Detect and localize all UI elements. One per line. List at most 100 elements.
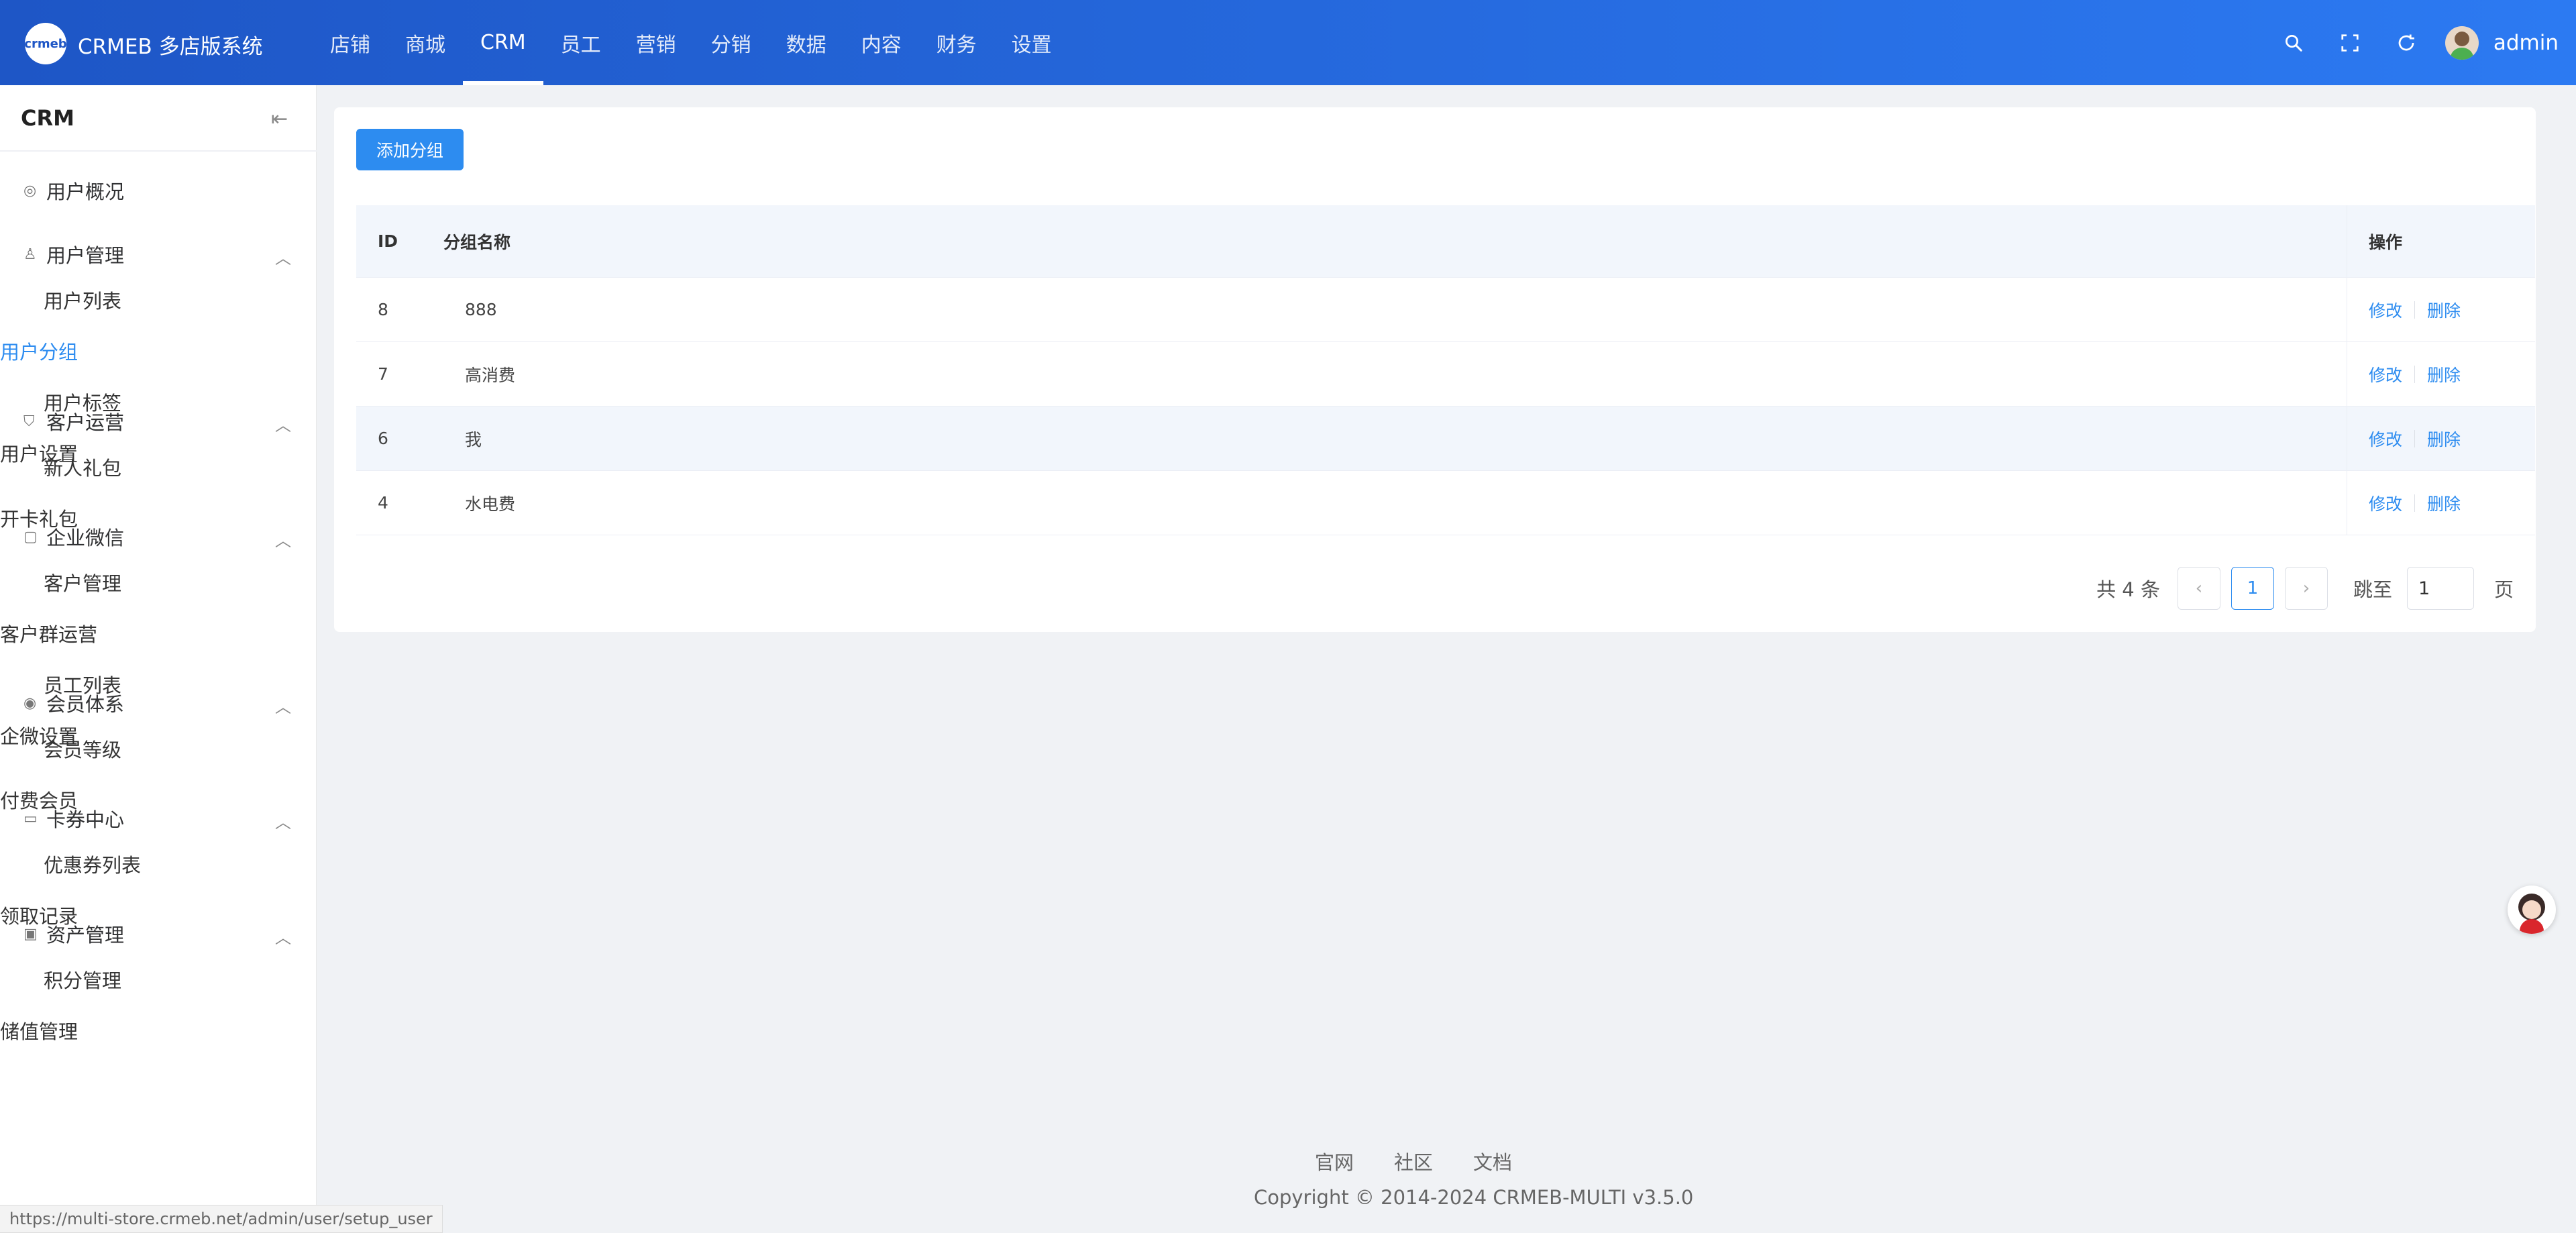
divider xyxy=(2414,429,2416,447)
add-group-button[interactable]: 添加分组 xyxy=(356,129,464,170)
pagination: 共 4 条 ‹ 1 › 跳至 页 xyxy=(2096,567,2514,610)
nav-crm[interactable]: CRM xyxy=(463,0,543,85)
footer-link-community[interactable]: 社区 xyxy=(1394,1147,1433,1175)
shield-icon: ⛉ xyxy=(23,413,35,430)
table-row: 4 水电费 修改 删除 xyxy=(356,471,2535,535)
logo[interactable]: crmeb xyxy=(24,23,67,64)
sidebar-group-header-coupons[interactable]: ▭ 卡券中心 ︿ xyxy=(0,798,317,839)
username[interactable]: admin xyxy=(2493,31,2559,55)
edit-link[interactable]: 修改 xyxy=(2369,362,2402,386)
sidebar-item-newcomer-gift[interactable]: 新人礼包 xyxy=(0,441,189,492)
nav-marketing[interactable]: 营销 xyxy=(619,0,694,85)
sidebar-group-label: 会员体系 xyxy=(46,693,125,716)
divider xyxy=(2414,494,2416,512)
table-row: 6 我 修改 删除 xyxy=(356,407,2535,471)
main-card: 添加分组 ID 分组名称 操作 8 888 修改 删除 7 高消费 修改 删除 6 … xyxy=(334,107,2536,632)
header-tools: admin xyxy=(2265,0,2576,85)
fullscreen-icon[interactable] xyxy=(2322,0,2378,85)
sidebar-item-user-list[interactable]: 用户列表 xyxy=(0,274,189,325)
card-icon: ▭ xyxy=(23,810,38,827)
cell-name: 我 xyxy=(465,429,482,449)
status-bar-url: https://multi-store.crmeb.net/admin/user… xyxy=(0,1205,443,1233)
sidebar-item-customer-management[interactable]: 客户管理 xyxy=(0,557,189,608)
edit-link[interactable]: 修改 xyxy=(2369,298,2402,322)
sidebar-item-points[interactable]: 积分管理 xyxy=(0,954,189,1005)
customer-service-avatar[interactable] xyxy=(2508,886,2556,934)
chevron-up-icon: ︿ xyxy=(275,531,291,550)
sidebar-divider xyxy=(0,150,317,152)
sidebar-item-coupon-list[interactable]: 优惠券列表 xyxy=(0,839,189,890)
sidebar-item-overview[interactable]: ◎ 用户概况 xyxy=(0,170,317,211)
sidebar-group-header-customer-ops[interactable]: ⛉ 客户运营 ︿ xyxy=(0,401,317,441)
chevron-up-icon: ︿ xyxy=(275,416,291,435)
sidebar-group-header-wecom[interactable]: ▢ 企业微信 ︿ xyxy=(0,517,317,557)
footer-links: 官网 社区 文档 xyxy=(1315,1147,1552,1175)
next-page-button[interactable]: › xyxy=(2284,567,2328,610)
table-row: 8 888 修改 删除 xyxy=(356,278,2535,342)
member-icon: ◉ xyxy=(23,694,37,712)
chevron-up-icon: ︿ xyxy=(275,813,291,832)
copyright: Copyright © 2014-2024 CRMEB-MULTI v3.5.0 xyxy=(1254,1186,1694,1209)
cell-name: 水电费 xyxy=(465,494,516,514)
column-header-id: ID xyxy=(378,231,398,251)
sidebar-group-overview: ◎ 用户概况 xyxy=(0,170,317,211)
cell-name: 高消费 xyxy=(465,365,516,385)
avatar[interactable] xyxy=(2445,25,2479,60)
cell-actions: 修改 删除 xyxy=(2347,471,2535,535)
prev-page-button[interactable]: ‹ xyxy=(2177,567,2220,610)
nav-distribution[interactable]: 分销 xyxy=(694,0,769,85)
nav-staff[interactable]: 员工 xyxy=(543,0,619,85)
refresh-icon[interactable] xyxy=(2378,0,2434,85)
footer-link-official[interactable]: 官网 xyxy=(1315,1147,1354,1175)
delete-link[interactable]: 删除 xyxy=(2427,298,2461,322)
delete-link[interactable]: 删除 xyxy=(2427,362,2461,386)
sidebar-group-label: 用户概况 xyxy=(46,180,125,203)
sidebar-title: CRM xyxy=(21,105,74,131)
nav-settings[interactable]: 设置 xyxy=(994,0,1069,85)
total-count: 共 4 条 xyxy=(2096,578,2160,601)
page-1-button[interactable]: 1 xyxy=(2231,567,2274,610)
column-header-actions: 操作 xyxy=(2347,205,2535,277)
sidebar-item-user-group[interactable]: 用户分组 xyxy=(0,325,145,376)
top-header: crmeb CRMEB 多店版系统 店铺 商城 CRM 员工 营销 分销 数据 … xyxy=(0,0,2576,85)
cell-name: 888 xyxy=(465,300,497,319)
divider xyxy=(2414,365,2416,383)
cell-id: 8 xyxy=(378,300,388,319)
search-icon[interactable] xyxy=(2265,0,2322,85)
sidebar-group-header-users[interactable]: ♙ 用户管理 ︿ xyxy=(0,234,317,274)
divider xyxy=(2414,301,2416,319)
cell-id: 4 xyxy=(378,493,388,513)
chevron-up-icon: ︿ xyxy=(275,249,291,268)
sidebar-item-customer-group-ops[interactable]: 客户群运营 xyxy=(0,608,145,659)
sidebar: CRM ⇤ ◎ 用户概况 ♙ 用户管理 ︿ 用户列表 用户分组 用户标签 用户设置 ⛉… xyxy=(0,85,317,1233)
group-table: ID 分组名称 操作 8 888 修改 删除 7 高消费 修改 删除 6 我 修改删… xyxy=(356,205,2535,535)
chat-icon: ▢ xyxy=(23,528,38,545)
sidebar-group-label: 卡券中心 xyxy=(46,808,125,831)
sidebar-group-header-membership[interactable]: ◉ 会员体系 ︿ xyxy=(0,683,317,723)
column-header-name: 分组名称 xyxy=(443,232,511,252)
brand-title: CRMEB 多店版系统 xyxy=(78,35,263,59)
sidebar-item-balance[interactable]: 储值管理 xyxy=(0,1005,145,1056)
nav-finance[interactable]: 财务 xyxy=(919,0,994,85)
cell-id: 7 xyxy=(378,364,388,384)
nav-data[interactable]: 数据 xyxy=(769,0,844,85)
nav-content[interactable]: 内容 xyxy=(844,0,919,85)
chevron-right-icon: › xyxy=(2302,578,2310,598)
jump-label: 跳至 xyxy=(2353,578,2392,601)
delete-link[interactable]: 删除 xyxy=(2427,491,2461,515)
sidebar-item-member-level[interactable]: 会员等级 xyxy=(0,723,189,774)
cell-actions: 修改 删除 xyxy=(2347,407,2535,470)
cell-actions: 修改 删除 xyxy=(2347,278,2535,341)
chevron-up-icon: ︿ xyxy=(275,698,291,716)
sidebar-group-label: 用户管理 xyxy=(46,244,125,267)
nav-mall[interactable]: 商城 xyxy=(388,0,463,85)
nav-store[interactable]: 店铺 xyxy=(313,0,388,85)
edit-link[interactable]: 修改 xyxy=(2369,427,2402,451)
wallet-icon: ▣ xyxy=(23,925,38,943)
footer-link-docs[interactable]: 文档 xyxy=(1473,1147,1512,1175)
edit-link[interactable]: 修改 xyxy=(2369,491,2402,515)
sidebar-group-header-assets[interactable]: ▣ 资产管理 ︿ xyxy=(0,914,317,954)
collapse-left-icon[interactable]: ⇤ xyxy=(271,107,288,131)
delete-link[interactable]: 删除 xyxy=(2427,427,2461,451)
jump-page-input[interactable] xyxy=(2406,567,2474,610)
